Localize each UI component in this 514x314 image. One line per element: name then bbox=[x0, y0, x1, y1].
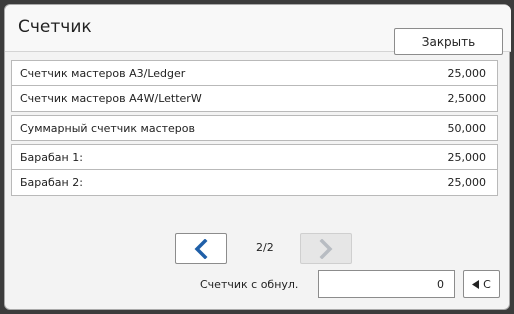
reset-counter-label: Счетчик с обнул. bbox=[200, 278, 299, 291]
counter-row-total: Суммарный счетчик мастеров 50,000 bbox=[11, 115, 498, 141]
chevron-right-icon bbox=[319, 238, 333, 259]
counter-value: 25,000 bbox=[447, 176, 487, 189]
chevron-left-icon bbox=[194, 238, 208, 259]
triangle-left-icon bbox=[472, 279, 480, 289]
counter-row-a3: Счетчик мастеров A3/Ledger 25,000 bbox=[11, 60, 498, 86]
page-indicator: 2/2 bbox=[256, 241, 274, 254]
counter-row-drum-1: Барабан 1: 25,000 bbox=[11, 144, 498, 170]
clear-button[interactable]: C bbox=[463, 270, 500, 298]
counter-label: Счетчик мастеров A3/Ledger bbox=[20, 66, 186, 80]
counter-label: Барабан 2: bbox=[20, 176, 83, 189]
clear-button-label: C bbox=[483, 277, 491, 291]
counter-list: Счетчик мастеров A3/Ledger 25,000 Счетчи… bbox=[11, 60, 498, 196]
reset-counter-field: 0 bbox=[318, 270, 455, 298]
dialog-header: Счетчик Закрыть bbox=[5, 5, 511, 55]
counter-value: 25,000 bbox=[447, 150, 487, 164]
close-button[interactable]: Закрыть bbox=[394, 28, 503, 55]
pagination: 2/2 bbox=[175, 233, 355, 266]
previous-page-button[interactable] bbox=[175, 233, 227, 264]
counter-label: Суммарный счетчик мастеров bbox=[20, 121, 196, 135]
counter-row-drum-2: Барабан 2: 25,000 bbox=[11, 170, 498, 196]
counter-label: Барабан 1: bbox=[20, 150, 83, 164]
counter-row-a4w: Счетчик мастеров A4W/LetterW 2,5000 bbox=[11, 86, 498, 112]
counter-value: 50,000 bbox=[447, 121, 487, 135]
next-page-button[interactable] bbox=[300, 233, 352, 264]
counter-value: 2,5000 bbox=[447, 92, 487, 105]
counter-value: 25,000 bbox=[447, 66, 487, 80]
reset-counter-value: 0 bbox=[437, 277, 444, 291]
counter-label: Счетчик мастеров A4W/LetterW bbox=[20, 92, 202, 105]
page-title: Счетчик bbox=[18, 17, 92, 37]
